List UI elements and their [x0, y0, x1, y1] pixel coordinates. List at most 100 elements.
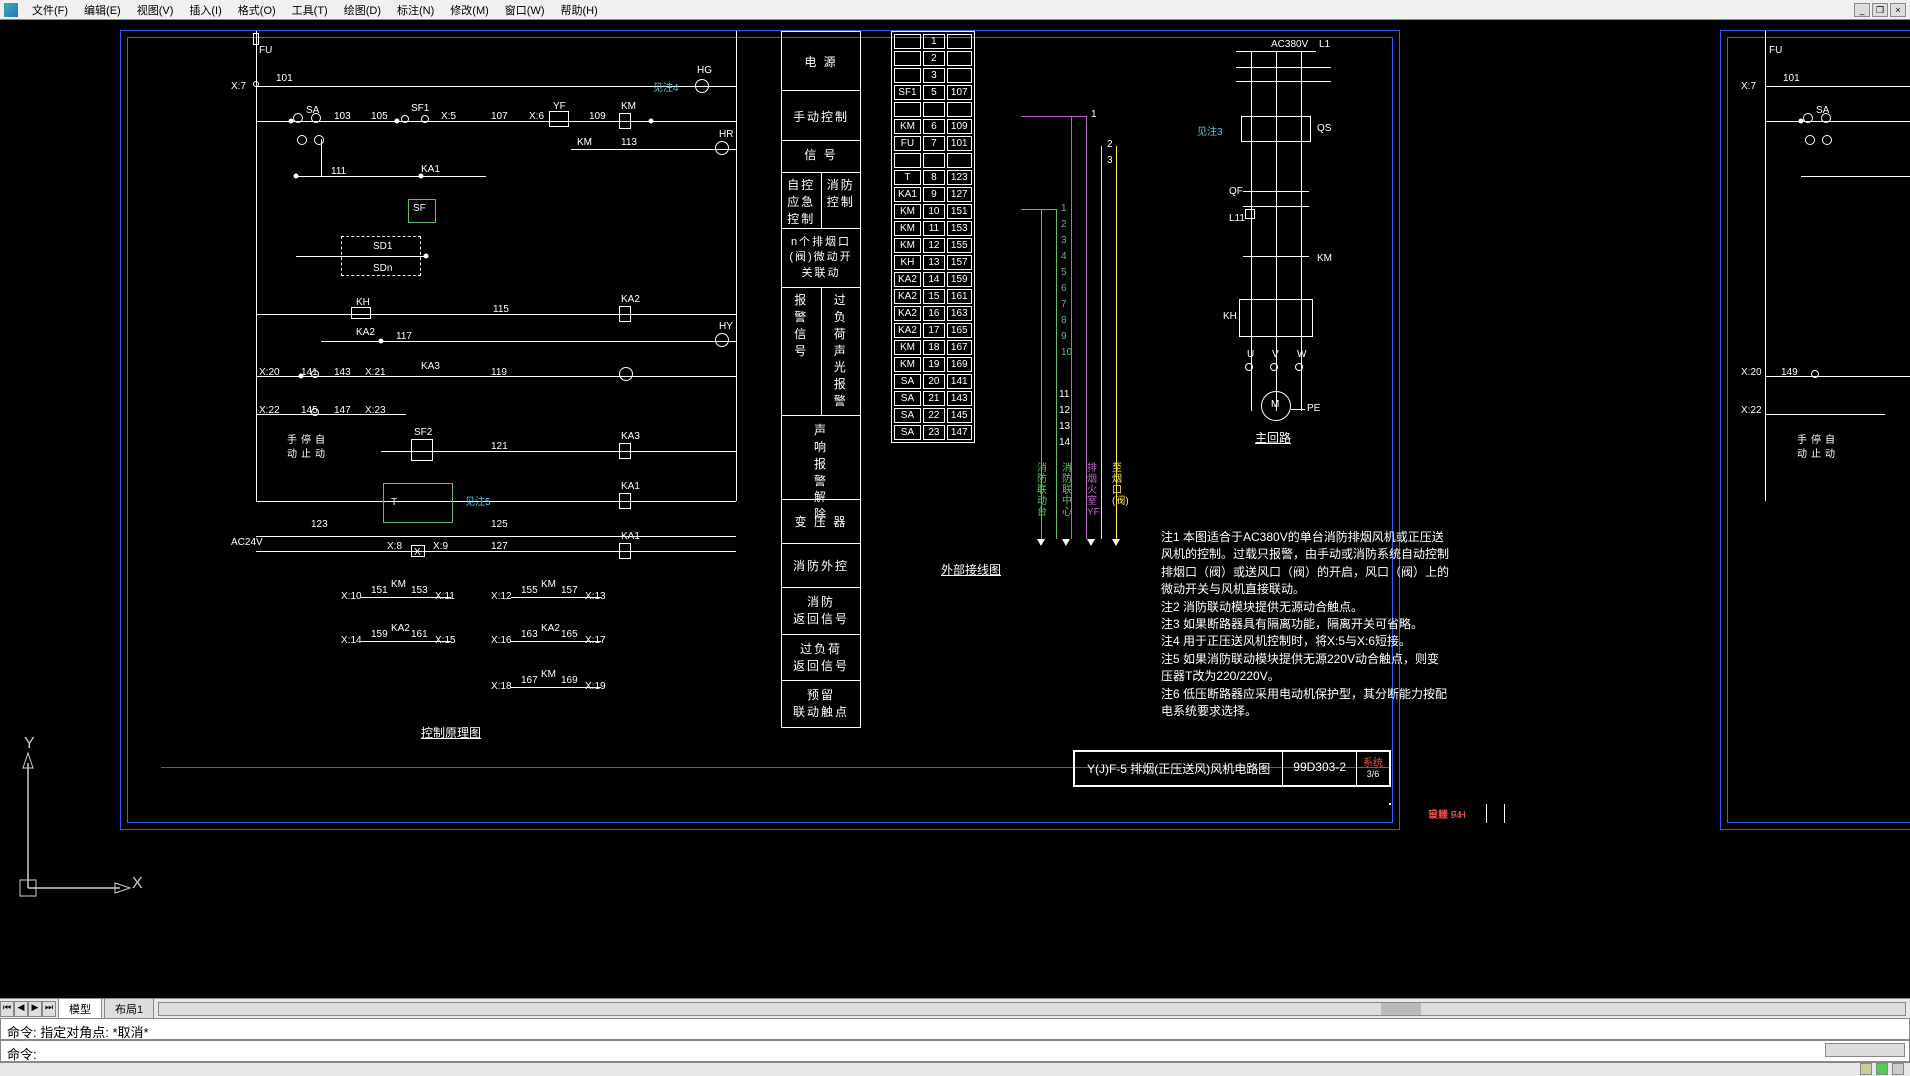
tw-11: 11 — [1059, 389, 1069, 400]
restore-button[interactable]: ❐ — [1872, 3, 1888, 17]
tw-5: 5 — [1061, 267, 1067, 278]
label-km-r1: KM — [391, 579, 406, 590]
label-pe: PE — [1307, 403, 1320, 414]
note-4: 注4 用于正压送风机控制时，将X:5与X:6短接。 — [1161, 633, 1451, 650]
menu-view[interactable]: 视图(V) — [129, 0, 182, 20]
status-icon-1[interactable] — [1860, 1063, 1872, 1075]
side-firereturn: 消防 返回信号 — [781, 588, 861, 635]
tab-prev-icon: ◀ — [14, 1001, 28, 1017]
tab-layout1[interactable]: 布局1 — [104, 998, 154, 1019]
menu-file[interactable]: 文件(F) — [24, 0, 76, 20]
drawing-canvas[interactable]: FU X:7 101 HG 见注4 SA 103 105 SF1 X:5 107… — [0, 20, 1910, 996]
tw-12: 12 — [1059, 405, 1070, 416]
p-dong1: 动 — [1797, 445, 1807, 460]
label-see4: 见注4 — [653, 79, 679, 94]
tw-3b: 3 — [1061, 235, 1067, 246]
label-dong2: 动 — [315, 445, 325, 460]
label-ting: 停 — [301, 431, 311, 446]
label-x6: X:6 — [529, 111, 544, 122]
horizontal-scrollbar[interactable] — [158, 1002, 1906, 1016]
menu-modify[interactable]: 修改(M) — [442, 0, 497, 20]
minimize-button[interactable]: _ — [1854, 3, 1870, 17]
status-icon-2[interactable] — [1876, 1063, 1888, 1075]
label-dong1: 动 — [287, 445, 297, 460]
title-badge-bot: 3/6 — [1361, 769, 1385, 779]
side-damper: n个排烟口 (阀)微动开 关联动 — [781, 229, 861, 288]
p-x22: X:22 — [1741, 405, 1762, 416]
menu-window[interactable]: 窗口(W) — [497, 0, 553, 20]
menu-help[interactable]: 帮助(H) — [553, 0, 606, 20]
command-history: 命令: 指定对角点: *取消* — [0, 1018, 1910, 1040]
label-x8: X:8 — [387, 541, 402, 552]
label-105: 105 — [371, 111, 388, 122]
label-sdn: SDn — [373, 263, 392, 274]
title-block: Y(J)F-5 排烟(正压送风)风机电路图 99D303-2 系统 3/6 — [1073, 750, 1391, 787]
side-fireext: 消防外控 — [781, 544, 861, 588]
tab-last-icon: ⏭ — [42, 1001, 56, 1017]
label-x21: X:21 — [365, 367, 386, 378]
title-main-circuit: 主回路 — [1255, 429, 1291, 446]
command-input[interactable]: 命令: — [0, 1040, 1910, 1062]
p-x20: X:20 — [1741, 367, 1762, 378]
label-x5: X:5 — [441, 111, 456, 122]
label-123: 123 — [311, 519, 328, 530]
label-see3: 见注3 — [1197, 123, 1223, 138]
label-zhi: 止 — [301, 445, 311, 460]
label-L1: L1 — [1319, 39, 1330, 50]
label-121: 121 — [491, 441, 508, 452]
title-external: 外部接线图 — [941, 561, 1001, 578]
label-km-main: KM — [1317, 253, 1332, 264]
function-column: 电 源 手动控制 信 号 自控 应急 控制 消防 控制 n个排烟口 (阀)微动开… — [781, 31, 861, 728]
tab-nav[interactable]: ⏮◀▶⏭ — [0, 1001, 56, 1017]
label-125: 125 — [491, 519, 508, 530]
label-x12: X:12 — [491, 591, 512, 602]
label-u: U — [1247, 349, 1254, 360]
label-167: 167 — [521, 675, 538, 686]
command-scrollbar[interactable] — [1825, 1043, 1905, 1057]
side-sound: 声 响 报 警 解 除 — [781, 416, 861, 500]
title-control-schematic: 控制原理图 — [421, 724, 481, 741]
label-ka1: KA1 — [421, 164, 440, 175]
tab-model[interactable]: 模型 — [58, 998, 102, 1019]
layout-tabs: ⏮◀▶⏭ 模型 布局1 — [0, 998, 1910, 1018]
note-3: 注3 如果断路器具有隔离功能，隔离开关可省略。 — [1161, 616, 1451, 633]
label-ka2-r2: KA2 — [541, 623, 560, 634]
label-sd1: SD1 — [373, 241, 392, 252]
terminal-table: 123SF15107KM6109FU7101T8123KA19127KM1015… — [891, 31, 975, 443]
menu-draw[interactable]: 绘图(D) — [336, 0, 389, 20]
title-badge-top: 系统 — [1361, 754, 1385, 769]
side-autofire: 自控 应急 控制 消防 控制 — [781, 173, 861, 229]
drawing-title: Y(J)F-5 排烟(正压送风)风机电路图 — [1075, 752, 1283, 785]
label-x14: X:14 — [341, 635, 362, 646]
side-manual: 手动控制 — [781, 91, 861, 141]
menu-tools[interactable]: 工具(T) — [284, 0, 336, 20]
status-icon-3[interactable] — [1892, 1063, 1904, 1075]
label-w: W — [1297, 349, 1306, 360]
menu-format[interactable]: 格式(O) — [230, 0, 284, 20]
menu-insert[interactable]: 插入(I) — [181, 0, 229, 20]
label-km2: KM — [577, 137, 592, 148]
label-165: 165 — [561, 629, 578, 640]
label-km-r3: KM — [541, 669, 556, 680]
label-107: 107 — [491, 111, 508, 122]
label-hy: HY — [719, 321, 733, 332]
label-ka1-b: KA1 — [621, 481, 640, 492]
menu-edit[interactable]: 编辑(E) — [76, 0, 129, 20]
label-sf2: SF2 — [414, 427, 432, 438]
label-t: T — [391, 497, 397, 508]
ucs-x: X — [132, 875, 143, 893]
label-147: 147 — [334, 405, 351, 416]
menu-dimension[interactable]: 标注(N) — [389, 0, 442, 20]
close-button[interactable]: × — [1890, 3, 1906, 17]
tw-8: 8 — [1061, 315, 1067, 326]
label-x22: X:22 — [259, 405, 280, 416]
bus-c: 排 烟 火 室 YF — [1087, 463, 1100, 518]
side-overload: 过负荷 返回信号 — [781, 635, 861, 682]
label-ka1-c: KA1 — [621, 531, 640, 542]
p-ting: 停 — [1811, 431, 1821, 446]
tw-6: 6 — [1061, 283, 1067, 294]
bus-d: 至 烟 口 (阀) — [1112, 463, 1129, 507]
tw-13: 13 — [1059, 421, 1070, 432]
side-alarm: 报 警 信 号 过 负 荷 声 光 报 警 — [781, 288, 861, 416]
side-signal: 信 号 — [781, 141, 861, 173]
